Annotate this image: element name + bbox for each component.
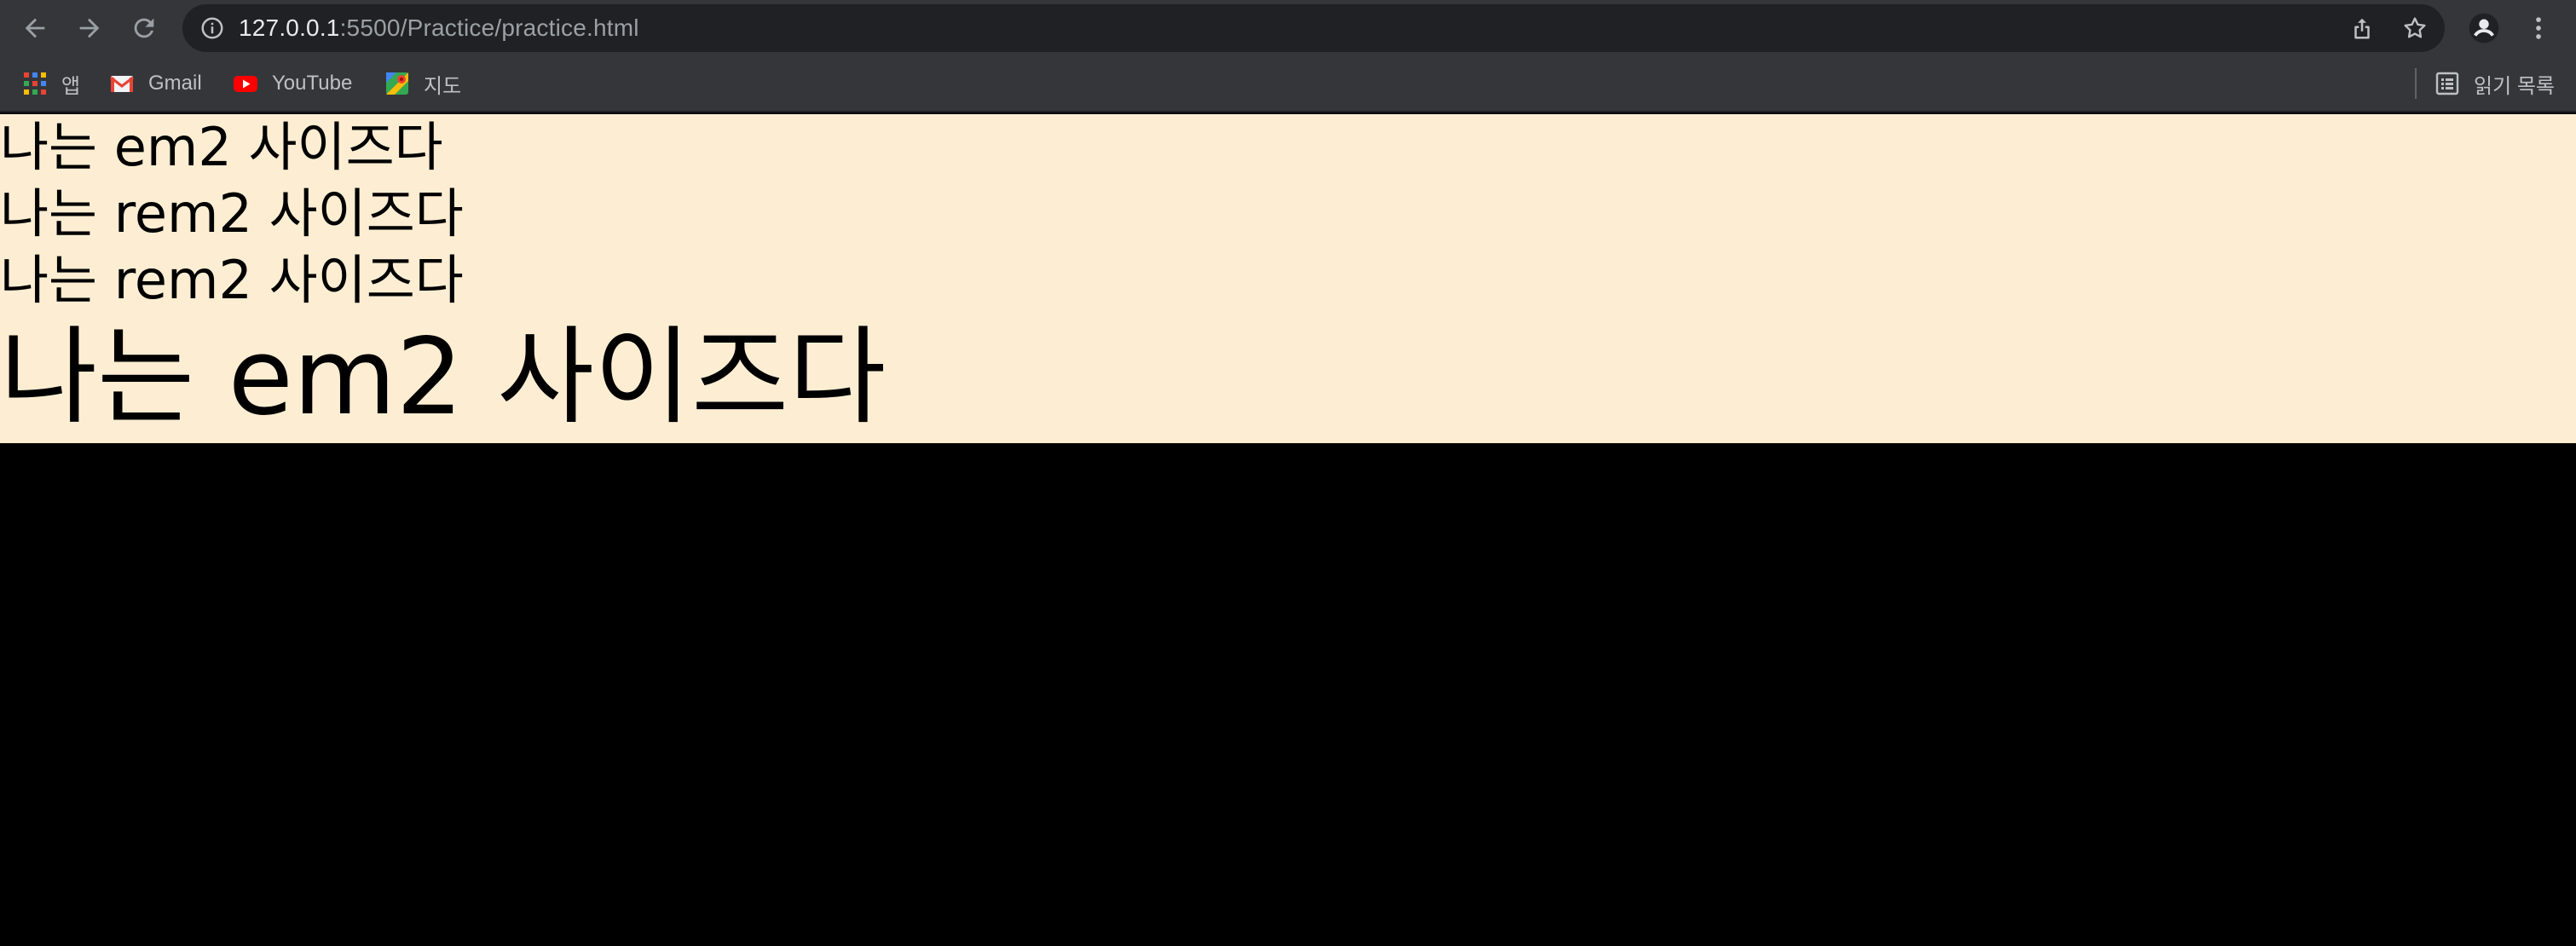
- forward-arrow-icon: [79, 18, 100, 38]
- reload-icon: [134, 18, 154, 38]
- bookmark-apps[interactable]: 앱: [22, 56, 80, 111]
- maps-icon: [386, 72, 408, 95]
- gmail-icon: [110, 76, 134, 92]
- bookmark-gmail[interactable]: Gmail: [109, 56, 202, 111]
- back-button[interactable]: [15, 9, 55, 48]
- bookmark-label: 앱: [61, 74, 81, 98]
- info-icon[interactable]: [198, 14, 227, 43]
- back-arrow-icon: [25, 18, 45, 38]
- apps-grid-icon: [24, 72, 46, 95]
- bookmark-youtube[interactable]: YouTube: [233, 56, 352, 111]
- kebab-menu-icon: [2536, 17, 2541, 39]
- page-content: 나는 em2 사이즈다 나는 rem2 사이즈다 나는 rem2 사이즈다 나는…: [0, 114, 2576, 443]
- browser-toolbar: 127.0.0.1:5500/Practice/practice.html: [0, 0, 2576, 56]
- reading-list-icon: [2435, 72, 2459, 95]
- profile-icon: [2469, 13, 2499, 43]
- share-icon[interactable]: [2348, 14, 2377, 43]
- profile-button[interactable]: [2464, 9, 2504, 48]
- reading-list-button[interactable]: 읽기 목록: [2434, 56, 2555, 111]
- bookmark-label: 지도: [424, 74, 462, 98]
- menu-button[interactable]: [2519, 9, 2558, 48]
- star-icon[interactable]: [2400, 14, 2429, 43]
- text-line-em: 나는 em2 사이즈다: [0, 116, 443, 178]
- bookmark-maps[interactable]: 지도: [384, 56, 461, 111]
- url-path: :5500/Practice/practice.html: [339, 14, 639, 41]
- text-line-em-large: 나는 em2 사이즈다: [0, 316, 887, 439]
- bookmarks-bar: 앱 Gmail YouTube 지도 읽기 목록: [0, 56, 2576, 112]
- reading-list-label: 읽기 목록: [2474, 74, 2555, 98]
- text-line-rem: 나는 rem2 사이즈다: [0, 249, 464, 311]
- text-line-rem: 나는 rem2 사이즈다: [0, 182, 464, 245]
- bookmarks-divider: [2415, 68, 2417, 99]
- address-bar[interactable]: 127.0.0.1:5500/Practice/practice.html: [182, 4, 2445, 52]
- url-host: 127.0.0.1: [239, 14, 340, 41]
- reload-button[interactable]: [124, 9, 164, 48]
- youtube-icon: [234, 76, 257, 92]
- bookmark-label: Gmail: [148, 72, 202, 95]
- url-text[interactable]: 127.0.0.1:5500/Practice/practice.html: [239, 4, 639, 52]
- bookmark-label: YouTube: [272, 72, 353, 95]
- forward-button[interactable]: [70, 9, 109, 48]
